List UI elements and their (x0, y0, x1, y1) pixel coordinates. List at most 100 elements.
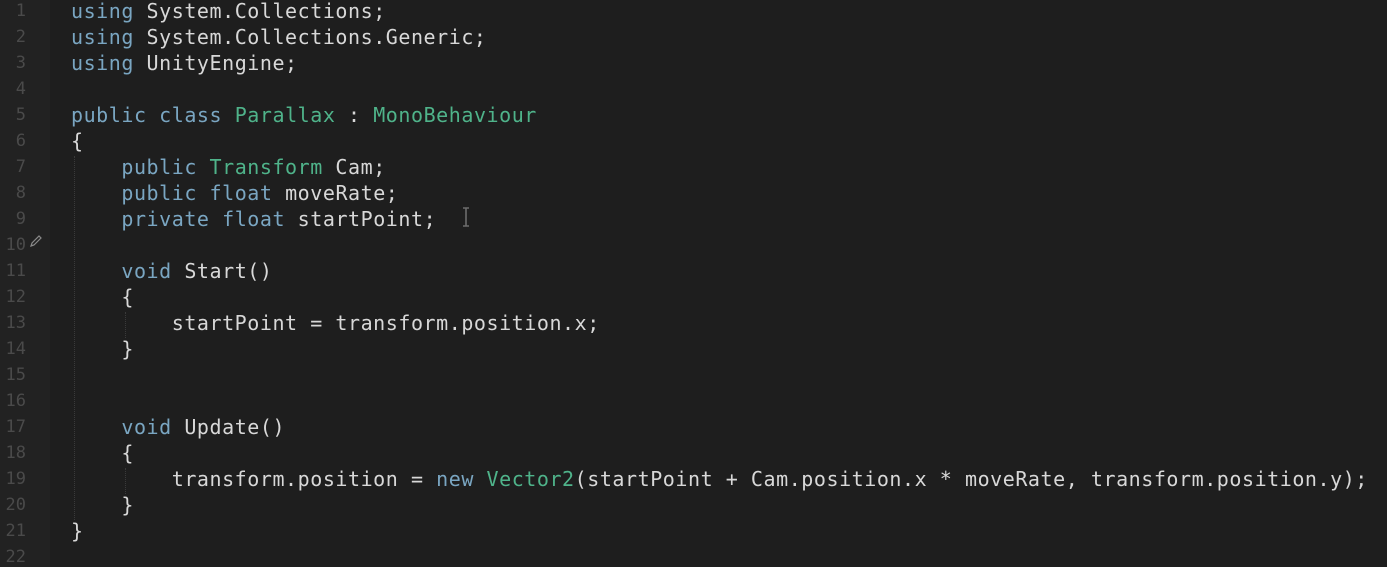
code-text[interactable]: } (71, 336, 134, 362)
line-number: 4 (15, 79, 26, 99)
code-line[interactable]: 6{ (0, 128, 1387, 154)
code-token: System.Collections; (133, 0, 386, 23)
code-line[interactable]: 8 public float moveRate; (0, 180, 1387, 206)
code-line[interactable]: 19 transform.position = new Vector2(star… (0, 466, 1387, 492)
line-number: 22 (5, 547, 26, 567)
code-token: { (71, 285, 134, 309)
code-text[interactable]: using System.Collections.Generic; (71, 24, 487, 50)
code-token: using (71, 51, 134, 75)
line-number: 13 (5, 313, 26, 333)
code-text[interactable]: transform.position = new Vector2(startPo… (71, 466, 1368, 492)
code-token: { (71, 129, 84, 153)
code-line[interactable]: 13 startPoint = transform.position.x; (0, 310, 1387, 336)
code-token: (startPoint + Cam.position.x * moveRate,… (574, 467, 1368, 491)
ibeam-cursor-icon (463, 207, 469, 227)
code-text[interactable]: using UnityEngine; (71, 50, 298, 76)
code-line[interactable]: 22 (0, 544, 1387, 567)
code-token: } (71, 493, 134, 517)
code-token: public (121, 155, 197, 179)
code-line[interactable]: 4 (0, 76, 1387, 102)
code-text[interactable]: public float moveRate; (71, 180, 398, 206)
code-text[interactable]: void Start() (71, 258, 272, 284)
code-token: Update() (171, 415, 286, 439)
line-number: 2 (15, 27, 26, 47)
code-line[interactable]: 2 using System.Collections.Generic; (0, 24, 1387, 50)
line-number: 3 (15, 53, 26, 73)
line-number: 5 (15, 105, 26, 125)
line-number: 11 (5, 261, 26, 281)
code-text[interactable]: { (71, 128, 84, 154)
line-number: 21 (5, 521, 26, 541)
line-number: 12 (5, 287, 26, 307)
code-token: private (121, 207, 210, 231)
code-line[interactable]: 1 using System.Collections; (0, 0, 1387, 24)
line-number: 6 (15, 131, 26, 151)
code-line[interactable]: 16 (0, 388, 1387, 414)
code-token: void (121, 259, 172, 283)
code-token: } (71, 337, 134, 361)
code-token: MonoBehaviour (373, 103, 537, 127)
line-number: 1 (15, 1, 26, 21)
code-token: public (71, 103, 147, 127)
code-token: } (71, 519, 84, 543)
code-token: startPoint; (285, 207, 437, 231)
code-text[interactable]: public class Parallax : MonoBehaviour (71, 102, 537, 128)
code-editor[interactable]: 1 using System.Collections; 2 using System.… (0, 0, 1387, 567)
code-line[interactable]: 12 { (0, 284, 1387, 310)
pencil-icon (30, 235, 42, 247)
code-token: UnityEngine; (133, 51, 298, 75)
code-line[interactable]: 17 void Update() (0, 414, 1387, 440)
code-token: Transform (209, 155, 323, 179)
code-text[interactable]: } (71, 518, 84, 544)
line-number: 19 (5, 469, 26, 489)
code-token: startPoint = transform.position.x; (71, 311, 600, 335)
code-line[interactable]: 3 using UnityEngine; (0, 50, 1387, 76)
code-token: new (436, 467, 474, 491)
line-number: 9 (15, 209, 26, 229)
code-text[interactable]: { (71, 440, 134, 466)
code-token: System.Collections.Generic; (133, 25, 487, 49)
line-number: 8 (15, 183, 26, 203)
code-token: void (121, 415, 172, 439)
code-token: class (159, 103, 223, 127)
code-line[interactable]: 10 (0, 232, 1387, 258)
code-token: { (71, 441, 134, 465)
code-line[interactable]: 7 public Transform Cam; (0, 154, 1387, 180)
code-text[interactable]: } (71, 492, 134, 518)
code-text[interactable]: using System.Collections; (71, 0, 386, 24)
code-line[interactable]: 11 void Start() (0, 258, 1387, 284)
code-token: float (209, 181, 273, 205)
indent-guide (125, 468, 126, 494)
code-token: using (71, 25, 134, 49)
code-text[interactable]: public Transform Cam; (71, 154, 386, 180)
line-number: 10 (5, 235, 26, 255)
code-line[interactable]: 9 private float startPoint; (0, 206, 1387, 232)
indent-guide (74, 156, 75, 520)
code-line[interactable]: 18 { (0, 440, 1387, 466)
code-line[interactable]: 15 (0, 362, 1387, 388)
line-number: 15 (5, 365, 26, 385)
code-token: Start() (171, 259, 273, 283)
code-text[interactable]: startPoint = transform.position.x; (71, 310, 600, 336)
code-line[interactable]: 14 } (0, 336, 1387, 362)
code-text[interactable]: private float startPoint; (71, 206, 436, 232)
code-token: Cam; (322, 155, 386, 179)
code-token: moveRate; (272, 181, 399, 205)
code-token: float (222, 207, 286, 231)
code-line[interactable]: 21} (0, 518, 1387, 544)
code-line[interactable]: 5 public class Parallax : MonoBehaviour (0, 102, 1387, 128)
code-text[interactable]: { (71, 284, 134, 310)
line-number: 16 (5, 391, 26, 411)
code-text[interactable]: void Update() (71, 414, 285, 440)
code-line[interactable]: 20 } (0, 492, 1387, 518)
